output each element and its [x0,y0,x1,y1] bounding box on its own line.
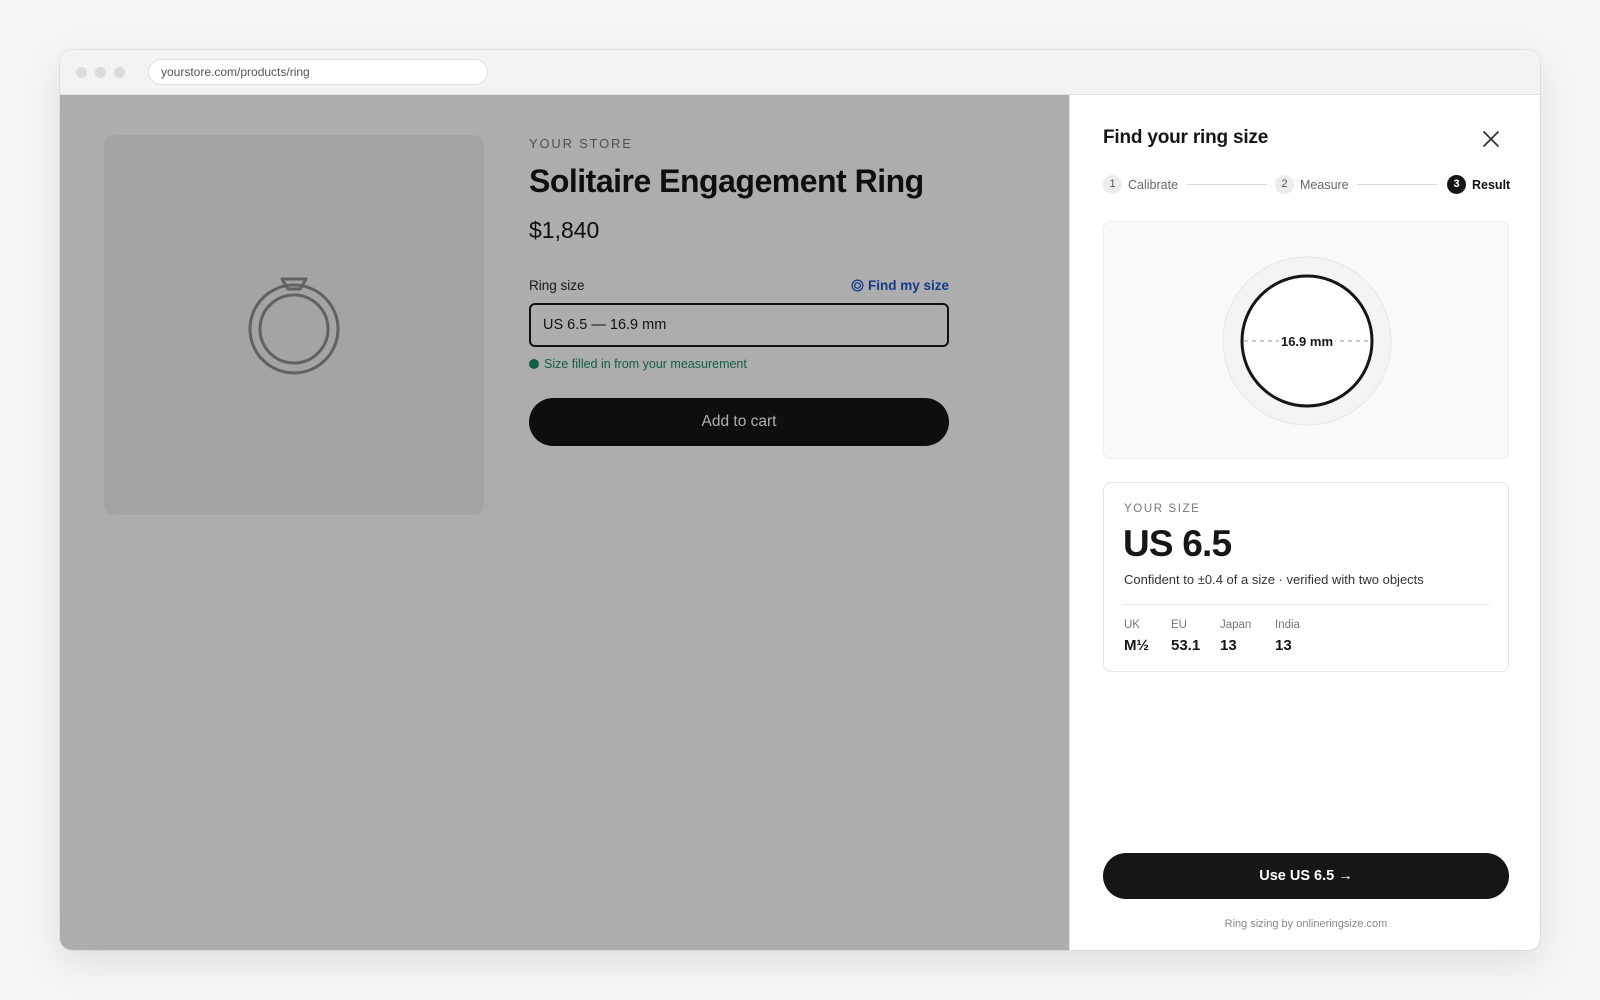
browser-window: yourstore.com/products/ring YOUR STORE S… [60,50,1540,950]
powered-by-text: Ring sizing by onlineringsize.com [1224,918,1388,930]
step-number: 1 [1103,175,1122,194]
close-icon[interactable] [1480,128,1502,150]
window-maximize-dot[interactable] [114,67,125,78]
address-bar[interactable]: yourstore.com/products/ring [148,59,488,85]
step-number: 2 [1275,175,1294,194]
conversion-india: India 13 [1275,619,1300,654]
conversion-value: 53.1 [1171,637,1201,654]
step-connector [1187,184,1267,185]
conversion-value: M½ [1124,637,1150,654]
step-connector [1357,184,1437,185]
conversion-value: 13 [1275,637,1292,654]
step-calibrate[interactable]: 1 Calibrate [1103,175,1178,194]
window-minimize-dot[interactable] [95,67,106,78]
step-label: Calibrate [1128,177,1179,192]
your-size-value: US 6.5 [1123,523,1232,564]
conversion-uk: UK M½ [1124,619,1149,654]
divider [1124,604,1489,605]
step-label: Measure [1300,177,1349,192]
step-result[interactable]: 3 Result [1447,175,1510,194]
conversion-eu: EU 53.1 [1171,619,1200,654]
window-close-dot[interactable] [76,67,87,78]
ring-sizer-panel: Find your ring size 1 Calibrate 2 Measur… [1069,95,1540,950]
conversion-label: India [1275,619,1300,631]
result-card: YOUR SIZE US 6.5 Confident to ±0.4 of a … [1103,482,1509,672]
conversion-label: UK [1124,619,1140,631]
step-measure[interactable]: 2 Measure [1275,175,1349,194]
conversion-label: EU [1171,619,1187,631]
modal-backdrop[interactable] [60,95,1069,950]
conversion-japan: Japan 13 [1220,619,1251,654]
ring-measure-visual: 16.9 mm [1103,221,1509,459]
diameter-label: 16.9 mm [1281,334,1333,349]
conversion-value: 13 [1220,637,1237,654]
stepper: 1 Calibrate 2 Measure 3 Result [1103,175,1510,195]
conversion-label: Japan [1220,619,1252,631]
use-size-button[interactable]: Use US 6.5 → [1103,853,1509,899]
confidence-text: Confident to ±0.4 of a size · verified w… [1124,572,1424,587]
browser-toolbar: yourstore.com/products/ring [60,50,1540,95]
step-label: Result [1472,177,1511,192]
panel-title: Find your ring size [1103,127,1269,148]
your-size-label: YOUR SIZE [1124,503,1201,515]
step-number: 3 [1447,175,1466,194]
ring-diameter-diagram: 16.9 mm [1222,256,1392,426]
